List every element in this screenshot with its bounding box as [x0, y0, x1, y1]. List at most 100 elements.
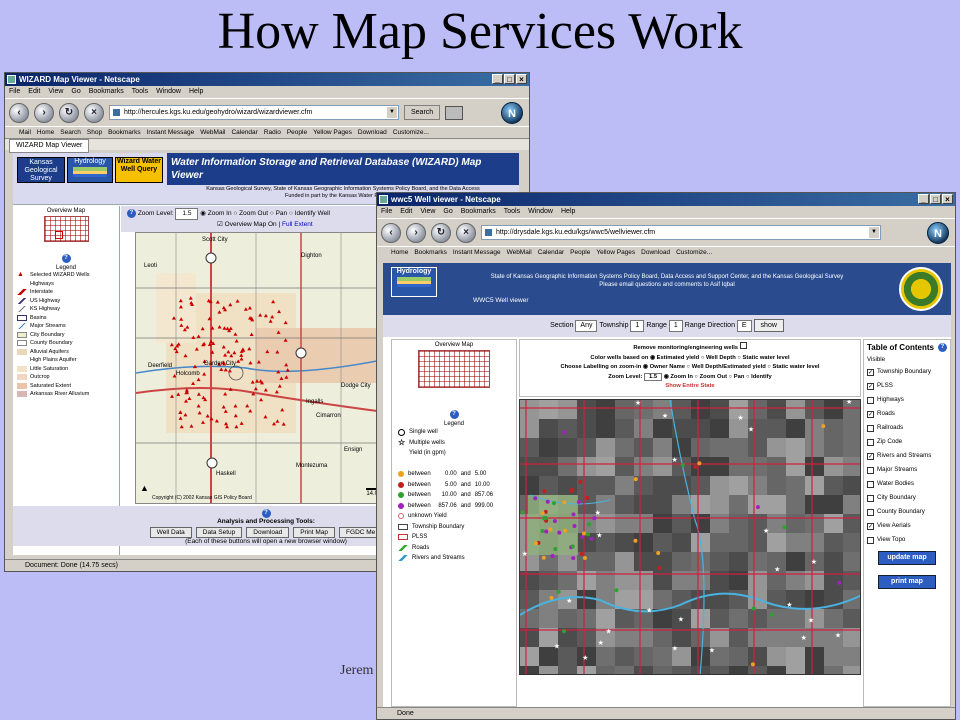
toc-item[interactable]: City Boundary	[867, 491, 947, 505]
wizard-logo[interactable]: Wizard Water Well Query	[115, 157, 163, 183]
range-direction-select[interactable]: E	[736, 320, 752, 332]
multiple-wells-marker[interactable]: ★	[662, 412, 668, 420]
menu-view[interactable]: View	[420, 206, 435, 218]
toolbar-yellow-pages[interactable]: Yellow Pages	[596, 247, 635, 258]
well-marker[interactable]	[552, 519, 557, 524]
well-marker[interactable]	[550, 554, 555, 559]
help-icon[interactable]: ?	[61, 254, 71, 263]
wizard-map[interactable]: Scott City Leoti Dighton Deerfield Holco…	[135, 232, 391, 504]
well-marker[interactable]	[580, 535, 585, 540]
well-marker[interactable]	[520, 510, 525, 515]
toolbar-webmail[interactable]: WebMail	[200, 127, 225, 138]
toc-checkbox[interactable]	[867, 480, 874, 488]
zoom-in-radio[interactable]: Zoom In	[208, 210, 232, 217]
well-marker[interactable]	[581, 531, 586, 536]
identify-radio[interactable]: Identify	[751, 374, 772, 380]
toolbar-download[interactable]: Download	[358, 127, 387, 138]
toc-checkbox[interactable]: ✓	[867, 368, 874, 376]
forward-icon[interactable]: ›	[34, 102, 54, 123]
wizard-title-bar[interactable]: WIZARD Map Viewer - Netscape _ □ ×	[5, 73, 529, 86]
menu-bookmarks[interactable]: Bookmarks	[461, 206, 496, 218]
toc-checkbox[interactable]	[867, 508, 874, 516]
close-button[interactable]: ×	[516, 74, 527, 84]
wwc5-url-field[interactable]: http://drysdale.kgs.ku.edu/kgs/wwc5/well…	[481, 225, 881, 240]
toolbar-customize[interactable]: Customize...	[676, 247, 712, 258]
toolbar-calendar[interactable]: Calendar	[231, 127, 257, 138]
stop-icon[interactable]: ×	[84, 102, 104, 123]
well-marker[interactable]	[541, 516, 546, 521]
toolbar-calendar[interactable]: Calendar	[538, 247, 564, 258]
well-marker[interactable]	[572, 524, 577, 529]
toc-checkbox[interactable]	[867, 396, 874, 404]
multiple-wells-marker[interactable]: ★	[763, 527, 769, 535]
toolbar-people[interactable]: People	[570, 247, 590, 258]
menu-go[interactable]: Go	[71, 86, 80, 98]
well-marker[interactable]	[821, 424, 826, 429]
multiple-wells-marker[interactable]: ★	[748, 425, 754, 433]
well-marker[interactable]	[589, 536, 594, 541]
well-marker[interactable]	[562, 430, 567, 435]
toc-item[interactable]: ✓ Roads	[867, 407, 947, 421]
close-button[interactable]: ×	[942, 194, 953, 204]
back-icon[interactable]: ‹	[9, 102, 29, 123]
multiple-wells-marker[interactable]: ★	[635, 400, 641, 407]
identify-well-radio[interactable]: Identify Well	[295, 210, 330, 217]
toc-checkbox[interactable]	[867, 494, 874, 502]
data-setup-button[interactable]: Data Setup	[195, 527, 243, 538]
toolbar-instant-message[interactable]: Instant Message	[453, 247, 501, 258]
well-marker[interactable]	[585, 495, 590, 500]
zoom-out-radio[interactable]: Zoom Out	[239, 210, 268, 217]
well-marker[interactable]	[544, 529, 549, 534]
multiple-wells-marker[interactable]: ★	[678, 615, 684, 623]
reload-icon[interactable]: ↻	[59, 102, 79, 123]
well-marker[interactable]	[563, 528, 568, 533]
label-owner-name-radio[interactable]: Owner Name	[650, 364, 685, 370]
show-entire-state-link[interactable]: Show Entire State	[520, 382, 860, 392]
multiple-wells-marker[interactable]: ★	[846, 400, 852, 406]
toc-item[interactable]: Water Bodies	[867, 477, 947, 491]
toc-checkbox[interactable]	[867, 536, 874, 544]
toc-item[interactable]: ✓ Township Boundary	[867, 365, 947, 379]
toc-item[interactable]: ✓ Rivers and Streams	[867, 449, 947, 463]
minimize-button[interactable]: _	[918, 194, 929, 204]
multiple-wells-marker[interactable]: ★	[595, 509, 601, 517]
menu-view[interactable]: View	[48, 86, 63, 98]
section-select[interactable]: Any	[575, 320, 598, 332]
well-marker[interactable]	[579, 551, 584, 556]
stop-icon[interactable]: ×	[456, 222, 476, 243]
multiple-wells-marker[interactable]: ★	[786, 601, 792, 609]
toc-checkbox[interactable]: ✓	[867, 522, 874, 530]
well-marker[interactable]	[633, 477, 638, 482]
wwc5-title-bar[interactable]: wwc5 Well viewer - Netscape _ □ ×	[377, 193, 955, 206]
multiple-wells-marker[interactable]: ★	[774, 566, 780, 574]
well-marker[interactable]	[533, 541, 538, 546]
tab-wizard-map-viewer[interactable]: WIZARD Map Viewer	[9, 139, 90, 153]
search-button[interactable]: Search	[404, 105, 441, 120]
well-marker[interactable]	[549, 595, 554, 600]
well-marker[interactable]	[557, 530, 562, 535]
well-marker[interactable]	[562, 629, 567, 634]
toc-item[interactable]: View Topo	[867, 533, 947, 547]
multiple-wells-marker[interactable]: ★	[598, 639, 604, 647]
multiple-wells-marker[interactable]: ★	[646, 606, 652, 614]
menu-help[interactable]: Help	[189, 86, 203, 98]
back-icon[interactable]: ‹	[381, 222, 401, 243]
well-marker[interactable]	[571, 512, 576, 517]
color-well-depth-radio[interactable]: Well Depth	[706, 355, 736, 361]
toc-item[interactable]: ✓ PLSS	[867, 379, 947, 393]
toolbar-yellow-pages[interactable]: Yellow Pages	[313, 127, 352, 138]
toolbar-search[interactable]: Search	[60, 127, 81, 138]
toc-item[interactable]: Major Streams	[867, 463, 947, 477]
overview-map[interactable]	[43, 216, 89, 242]
printer-icon[interactable]	[445, 105, 464, 120]
multiple-wells-marker[interactable]: ★	[582, 654, 588, 662]
well-marker[interactable]	[570, 544, 575, 549]
zoom-in-radio[interactable]: Zoom In	[670, 374, 693, 380]
toolbar-instant-message[interactable]: Instant Message	[147, 127, 195, 138]
well-marker[interactable]	[782, 525, 787, 530]
toc-checkbox[interactable]	[867, 466, 874, 474]
well-marker[interactable]	[614, 588, 619, 593]
maximize-button[interactable]: □	[504, 74, 515, 84]
toolbar-webmail[interactable]: WebMail	[507, 247, 532, 258]
overview-map[interactable]	[418, 350, 490, 388]
